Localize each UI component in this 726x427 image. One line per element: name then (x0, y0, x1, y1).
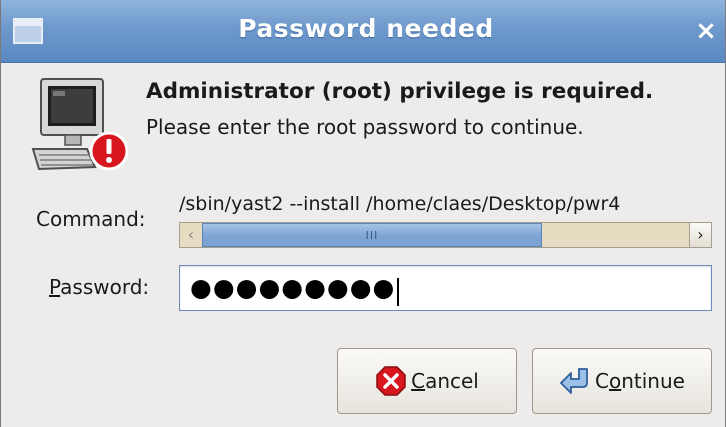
computer-warning-icon (31, 78, 129, 171)
password-label-mnemonic: P (49, 275, 61, 299)
cancel-button[interactable]: Cancel (337, 348, 517, 414)
scroll-left-button[interactable]: ‹ (180, 223, 202, 247)
password-dialog-window: Password needed × Administrator (root) p… (0, 0, 726, 427)
password-masked-value: ●●●●●●●●● (190, 273, 396, 302)
cancel-label: Cancel (411, 369, 479, 393)
cancel-text: ancel (425, 369, 479, 393)
continue-prefix: C (595, 369, 609, 393)
scrollbar-thumb[interactable]: III (202, 223, 542, 247)
continue-button[interactable]: Continue (532, 348, 712, 414)
scroll-right-button[interactable]: › (689, 223, 711, 247)
dialog-body: Administrator (root) privilege is requir… (1, 63, 725, 427)
close-button[interactable]: × (691, 14, 721, 48)
title-bar[interactable]: Password needed × (1, 0, 725, 63)
continue-label: Continue (595, 369, 685, 393)
command-label: Command: (36, 207, 146, 231)
password-input[interactable]: ●●●●●●●●● (179, 265, 712, 311)
privilege-heading: Administrator (root) privilege is requir… (146, 79, 654, 104)
password-label: Password: (49, 275, 149, 299)
command-text: /sbin/yast2 --install /home/claes/Deskto… (179, 193, 621, 215)
privilege-message: Please enter the root password to contin… (146, 115, 584, 139)
scrollbar-grip-icon: III (365, 229, 379, 242)
command-horizontal-scrollbar[interactable]: ‹ III › (179, 222, 712, 248)
window-menu-icon[interactable] (13, 18, 43, 44)
text-caret (397, 277, 400, 306)
cancel-icon (376, 366, 406, 396)
continue-mnemonic: o (608, 369, 622, 393)
continue-text: ntinue (621, 369, 685, 393)
window-title: Password needed (238, 14, 494, 43)
continue-arrow-icon (560, 368, 588, 394)
password-label-text: assword: (60, 275, 150, 299)
cancel-mnemonic: C (411, 369, 426, 393)
